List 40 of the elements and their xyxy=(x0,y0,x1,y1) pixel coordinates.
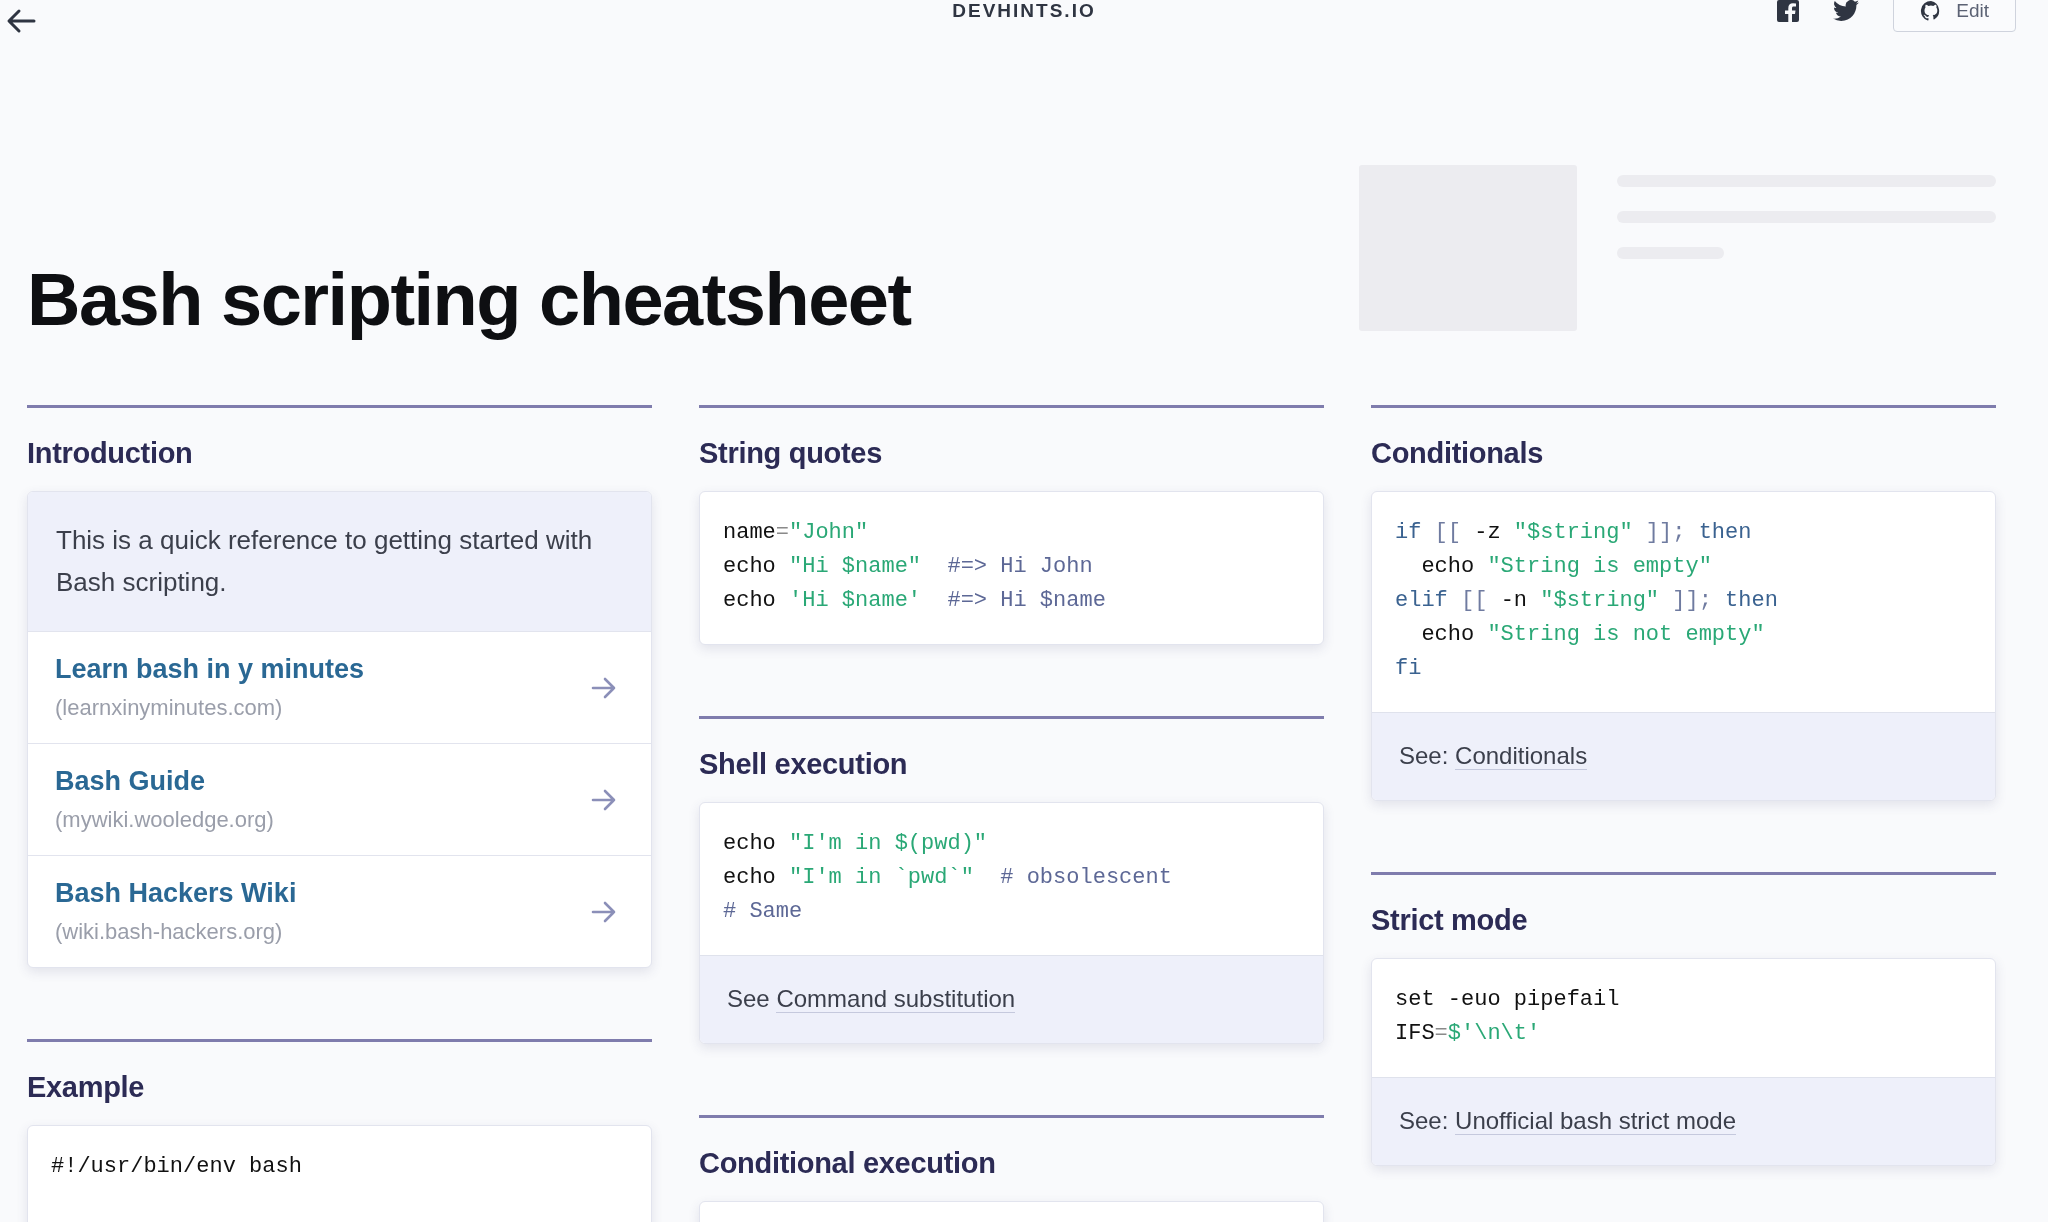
arrow-right-icon xyxy=(591,787,617,812)
section-heading: Introduction xyxy=(27,437,194,470)
see-also-note: See Command substitution xyxy=(727,985,1017,1013)
section-heading: String quotes xyxy=(699,437,883,470)
facebook-icon[interactable] xyxy=(1777,0,1800,22)
arrow-right-icon xyxy=(591,899,617,924)
section-heading: Conditional execution xyxy=(699,1147,997,1180)
reference-link[interactable]: Unofficial bash strict mode xyxy=(1455,1107,1737,1135)
code-line: echo "I'm in $(pwd)" xyxy=(723,830,989,858)
see-also-note: See: Conditionals xyxy=(1399,742,1589,770)
section-heading: Shell execution xyxy=(699,748,909,781)
twitter-icon[interactable] xyxy=(1833,0,1860,22)
resource-link[interactable]: Bash Hackers Wiki (wiki.bash-hackers.org) xyxy=(28,856,651,967)
site-logo[interactable]: DEVHINTS.IO xyxy=(952,0,1096,22)
code-line: fi xyxy=(1395,655,1423,683)
code-line: # Same xyxy=(723,898,804,926)
back-arrow-icon[interactable] xyxy=(6,8,36,34)
code-line: echo 'Hi $name' #=> Hi $name xyxy=(723,587,1107,615)
code-line: #!/usr/bin/env bash xyxy=(51,1153,303,1181)
code-line: IFS=$'\n\t' xyxy=(1395,1020,1542,1048)
reference-link[interactable]: Conditionals xyxy=(1455,742,1588,770)
intro-text: This is a quick reference to getting started with Bash scripting. xyxy=(28,492,651,632)
edit-button[interactable]: Edit xyxy=(1893,0,2016,32)
see-also-note: See: Unofficial bash strict mode xyxy=(1399,1107,1738,1135)
resource-link[interactable]: Bash Guide (mywiki.wooledge.org) xyxy=(28,744,651,856)
code-line: name="John" xyxy=(723,519,870,547)
arrow-right-icon xyxy=(591,675,617,700)
reference-link[interactable]: Command substitution xyxy=(776,985,1016,1013)
code-line: if [[ -z "$string" ]]; then xyxy=(1395,519,1753,547)
resource-link[interactable]: Learn bash in y minutes (learnxinyminutes.com) xyxy=(28,632,651,744)
code-line: echo "String is not empty" xyxy=(1420,621,1766,649)
page-title: Bash scripting cheatsheet xyxy=(27,257,911,342)
code-line: echo "I'm in `pwd`" # obsolescent xyxy=(723,864,1173,892)
code-line: echo "Hi $name" #=> Hi John xyxy=(723,553,1094,581)
section-heading: Example xyxy=(27,1071,146,1104)
code-line: elif [[ -n "$string" ]]; then xyxy=(1395,587,1779,615)
section-heading: Conditionals xyxy=(1371,437,1544,470)
code-line: echo "String is empty" xyxy=(1420,553,1713,581)
section-heading: Strict mode xyxy=(1371,904,1529,937)
code-line: set -euo pipefail xyxy=(1395,986,1621,1014)
